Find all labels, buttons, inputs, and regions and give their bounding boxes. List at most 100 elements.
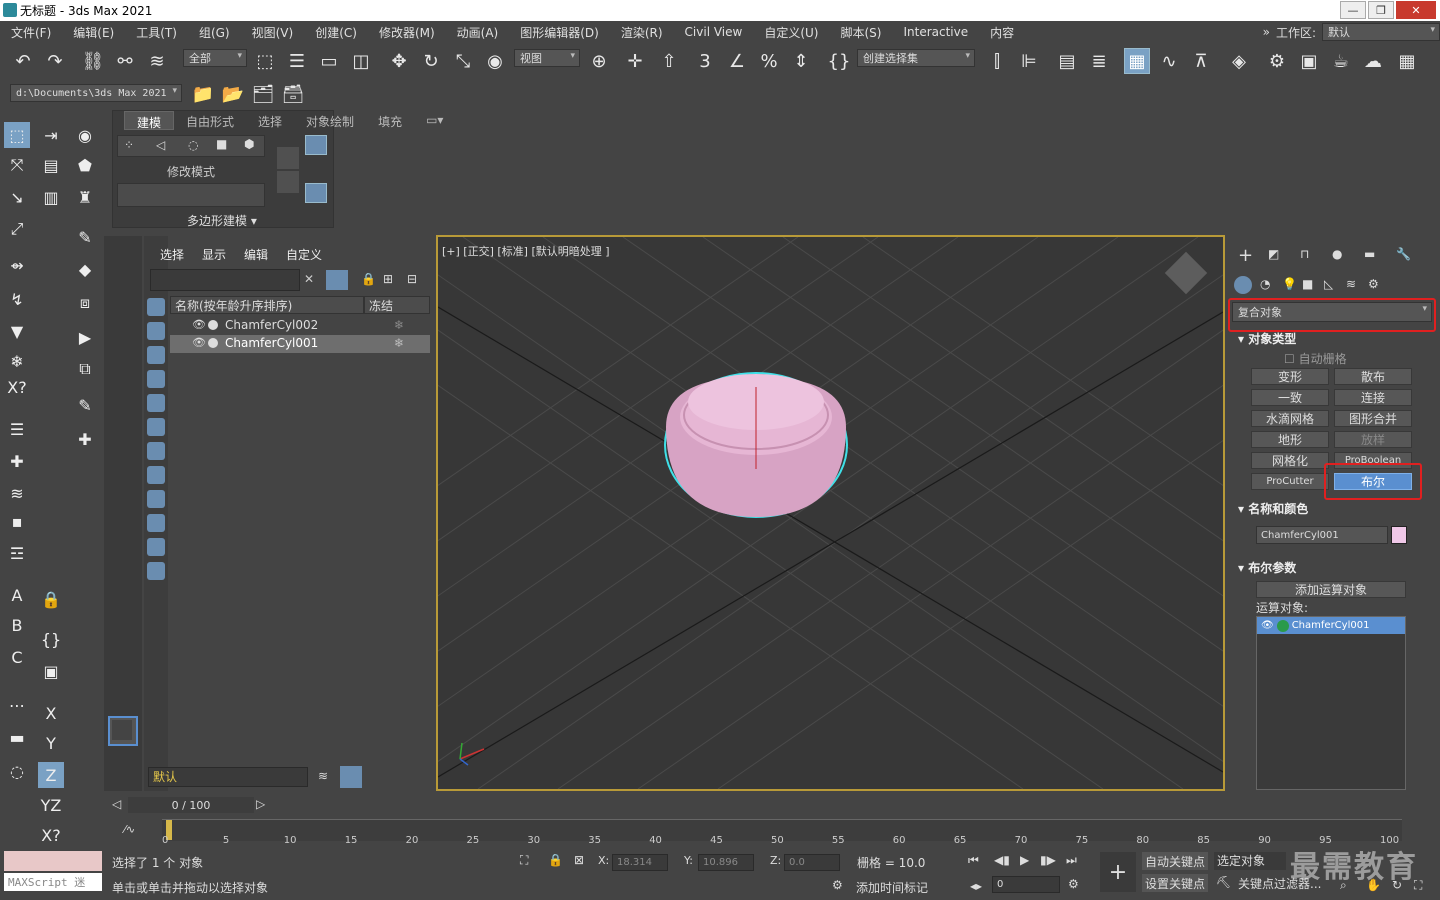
angle-snap-icon[interactable]: ∠ — [724, 48, 750, 74]
xform-icon[interactable]: X? — [4, 374, 30, 400]
set-key-button[interactable]: 设置关键点 — [1142, 874, 1208, 892]
shapemerge-button[interactable]: 图形合并 — [1334, 410, 1412, 427]
freeze-icon[interactable]: ❄ — [394, 336, 404, 350]
snap-tool-icon[interactable]: ↘ — [4, 184, 30, 210]
connect-icon[interactable]: ⇴ — [4, 252, 30, 278]
explorer-menu-customize[interactable]: 自定义 — [286, 246, 322, 263]
tab-object-paint[interactable]: 对象绘制 — [294, 111, 366, 130]
container-filter-icon[interactable] — [147, 514, 165, 532]
menu-content[interactable]: 内容 — [979, 24, 1025, 41]
ribbon-options-icon[interactable]: ▭▾ — [414, 111, 455, 130]
y-coord-field[interactable]: 10.896 — [698, 854, 754, 871]
vertex-icon[interactable]: ⁘ — [124, 138, 134, 152]
modify-tab-icon[interactable]: ◩ — [1268, 247, 1279, 261]
paint-icon[interactable]: ◆ — [72, 256, 98, 282]
bind-space-warp-icon[interactable]: ≋ — [144, 48, 170, 74]
viewport-layout-icon[interactable]: ◉ — [72, 122, 98, 148]
rollout-name-color[interactable]: ▾ 名称和颜色 — [1238, 500, 1308, 517]
display-icon[interactable]: ▣ — [38, 658, 64, 684]
text-a-icon[interactable]: A — [4, 582, 30, 608]
scene-explorer-icon[interactable]: ▤ — [1054, 48, 1080, 74]
menu-file[interactable]: 文件(F) — [0, 24, 62, 41]
absolute-mode-icon[interactable]: ⊠ — [574, 853, 584, 867]
menu-animation[interactable]: 动画(A) — [446, 24, 510, 41]
axis-x-icon[interactable]: X — [38, 700, 64, 726]
projection-icon[interactable]: ⧈ — [72, 290, 98, 316]
explorer-search-input[interactable] — [150, 269, 300, 291]
undo-icon[interactable]: ↶ — [10, 48, 36, 74]
selection-lock-icon[interactable]: 🔒 — [548, 853, 563, 867]
render-dot-icon[interactable] — [208, 338, 218, 348]
menu-scripting[interactable]: 脚本(S) — [829, 24, 892, 41]
key-set-dropdown[interactable]: 选定对象 — [1214, 852, 1286, 870]
project-path-dropdown[interactable]: d:\Documents\3ds Max 2021 — [10, 84, 182, 102]
rendered-frame-icon[interactable]: ▣ — [1296, 48, 1322, 74]
ribbon-toggle-icon[interactable]: ▦ — [1124, 48, 1150, 74]
viewport[interactable]: [+] [正交] [标准] [默认明暗处理 ] — [436, 235, 1225, 791]
rect-selection-icon[interactable]: ▭ — [316, 48, 342, 74]
add-time-tag[interactable]: 添加时间标记 — [856, 879, 928, 896]
window-crossing-icon[interactable]: ◫ — [348, 48, 374, 74]
lights-category-icon[interactable]: 💡 — [1282, 277, 1297, 291]
current-frame-spinner[interactable]: 0 — [992, 876, 1060, 893]
select-by-name-icon[interactable]: ☰ — [284, 48, 310, 74]
hierarchy-sort-icon[interactable]: ⊞ — [383, 272, 393, 286]
menu-civil-view[interactable]: Civil View — [674, 25, 754, 39]
blobmesh-button[interactable]: 水滴网格 — [1251, 410, 1329, 427]
hierarchy-tool-icon[interactable]: ▤ — [38, 152, 64, 178]
freeze-icon[interactable]: ❄ — [394, 318, 404, 332]
ribbon-side-icon-a[interactable] — [277, 147, 299, 169]
percent-snap-icon[interactable]: % — [756, 48, 782, 74]
select-tool-icon[interactable]: ▼ — [4, 318, 30, 344]
ribbon-side-icon-b[interactable] — [277, 171, 299, 193]
edit-named-sets-icon[interactable]: {} — [826, 48, 852, 74]
goto-end-icon[interactable]: ⏭ — [1066, 853, 1077, 868]
operand-list[interactable]: 👁 ChamferCyl001 — [1256, 616, 1406, 790]
chamfer-cylinder-model[interactable] — [664, 372, 848, 518]
layer-sort-icon[interactable]: ⊟ — [407, 272, 417, 286]
lock-icon[interactable]: 🔒 — [38, 586, 64, 612]
extrude-icon[interactable]: ⤢ — [4, 216, 30, 242]
menu-interactive[interactable]: Interactive — [892, 25, 979, 39]
expand-menu-icon[interactable]: » — [1263, 25, 1270, 39]
text-dots-icon[interactable]: ⋯ — [4, 692, 30, 718]
isolate-icon[interactable]: ⛶ — [520, 853, 528, 868]
morph-button[interactable]: 变形 — [1251, 368, 1329, 385]
rollout-boolean-params[interactable]: ▾ 布尔参数 — [1238, 559, 1296, 576]
cross-icon[interactable]: ✚ — [72, 426, 98, 452]
text-c-icon[interactable]: C — [4, 644, 30, 670]
geometry-filter-icon[interactable] — [147, 298, 165, 316]
group-filter-icon[interactable] — [147, 442, 165, 460]
close-button[interactable]: ✕ — [1396, 1, 1436, 19]
shapes-category-icon[interactable]: ◔ — [1260, 277, 1270, 291]
orbit-icon[interactable]: ↻ — [1392, 878, 1402, 892]
render-dot-icon[interactable] — [208, 320, 218, 330]
snaps-toggle-icon[interactable]: 3 — [692, 48, 718, 74]
border-icon[interactable]: ◌ — [188, 138, 198, 152]
display-tab-icon[interactable]: ▬ — [1364, 247, 1375, 261]
maxscript-mini[interactable]: MAXScript 迷 — [4, 873, 102, 891]
rollout-object-type[interactable]: ▾ 对象类型 — [1238, 330, 1296, 347]
time-tag-icon[interactable]: ⚙ — [832, 878, 843, 892]
text-b-icon[interactable]: B — [4, 612, 30, 638]
tab-freeform[interactable]: 自由形式 — [174, 111, 246, 130]
redo-icon[interactable]: ↷ — [42, 48, 68, 74]
polygon-icon[interactable]: ■ — [216, 137, 227, 151]
object-color-swatch[interactable] — [1391, 526, 1407, 544]
select-box-icon[interactable]: ▪ — [4, 508, 30, 534]
utilities-tab-icon[interactable]: 🔧 — [1396, 247, 1411, 261]
create-tab-icon[interactable]: + — [1238, 245, 1253, 266]
add-layer-icon[interactable]: ✚ — [4, 448, 30, 474]
add-operand-button[interactable]: 添加运算对象 — [1256, 581, 1406, 598]
play-icon[interactable]: ▶ — [1020, 853, 1029, 867]
snowflake-icon[interactable]: ❄ — [4, 348, 30, 374]
axis-y-icon[interactable]: Y — [38, 730, 64, 756]
helper-filter-icon[interactable] — [147, 394, 165, 412]
explorer-type-icon[interactable] — [340, 766, 362, 788]
frozen-filter-icon[interactable] — [147, 538, 165, 556]
keyboard-shortcut-icon[interactable]: ⇧ — [656, 48, 682, 74]
align-icon[interactable]: ⊫ — [1016, 48, 1042, 74]
create-project-icon[interactable]: 📂 — [220, 81, 246, 107]
conform-button[interactable]: 一致 — [1251, 389, 1329, 406]
layer-explorer-icon[interactable]: ≣ — [1086, 48, 1112, 74]
